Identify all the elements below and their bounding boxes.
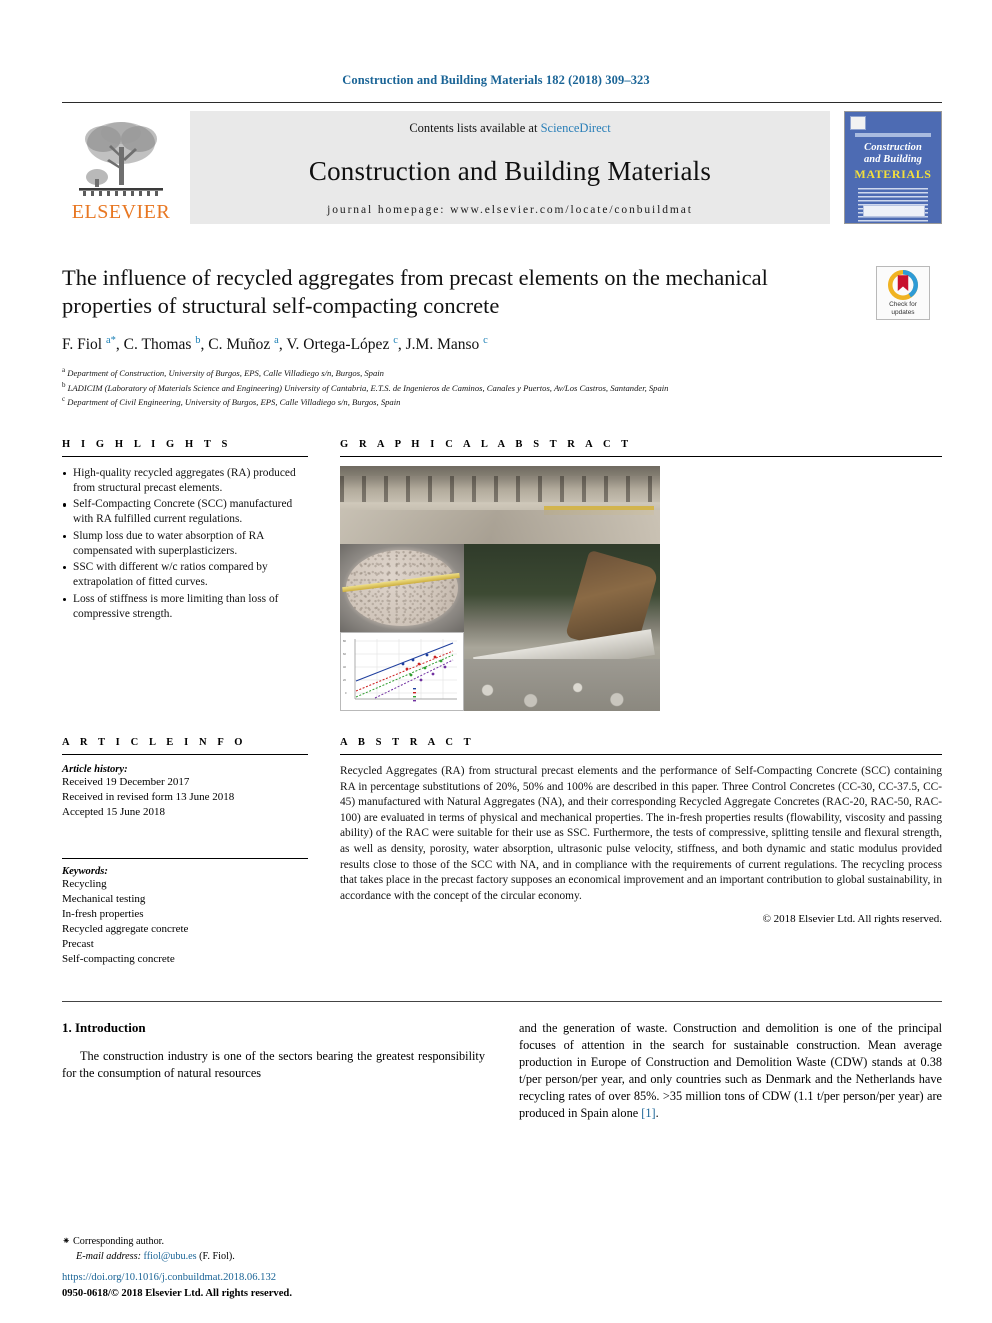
journal-homepage-link[interactable]: journal homepage: www.elsevier.com/locat… xyxy=(327,204,693,216)
highlights-heading: H I G H L I G H T S xyxy=(62,439,232,451)
article-history-label: Article history: xyxy=(62,764,128,776)
article-history-accepted: Accepted 15 June 2018 xyxy=(62,806,165,818)
list-item: Loss of stiffness is more limiting than … xyxy=(62,592,308,622)
affiliation-a: a Department of Construction, University… xyxy=(62,365,930,380)
journal-masthead: ELSEVIER Contents lists available at Sci… xyxy=(62,102,942,224)
footnote-block: ⁕ Corresponding author. E-mail address: … xyxy=(62,1235,492,1265)
body-columns: 1. Introduction The construction industr… xyxy=(62,1020,942,1122)
list-item: Slump loss due to water absorption of RA… xyxy=(62,529,308,559)
citation-reference-1[interactable]: [1] xyxy=(641,1106,655,1120)
intro-paragraph-left: The construction industry is one of the … xyxy=(62,1048,485,1080)
affiliation-c-text: Department of Civil Engineering, Univers… xyxy=(67,397,401,408)
keywords-label: Keywords: xyxy=(62,865,108,877)
highlights-graphical-row: H I G H L I G H T S High-quality recycle… xyxy=(62,439,942,712)
email-note: E-mail address: ffiol@ubu.es (F. Fiol). xyxy=(62,1250,492,1265)
elsevier-tree-icon xyxy=(79,122,163,196)
article-info-column: A R T I C L E I N F O Article history: R… xyxy=(62,737,308,967)
elsevier-wordmark: ELSEVIER xyxy=(71,201,171,223)
email-label: E-mail address: xyxy=(76,1251,141,1263)
section-heading-introduction: 1. Introduction xyxy=(62,1019,146,1035)
abstract-text: Recycled Aggregates (RA) from structural… xyxy=(340,765,942,902)
photo-demolition-pulverizer xyxy=(464,544,660,712)
keyword-item: Recycling xyxy=(62,877,107,890)
cover-title-line-3: MATERIALS xyxy=(854,166,932,181)
graphical-abstract-heading: G R A P H I C A L A B S T R A C T xyxy=(340,439,633,451)
affiliation-c: c Department of Civil Engineering, Unive… xyxy=(62,394,930,409)
abstract-column: A B S T R A C T Recycled Aggregates (RA)… xyxy=(340,737,942,967)
highlights-column: H I G H L I G H T S High-quality recycle… xyxy=(62,439,308,711)
factory-crane-rail xyxy=(544,506,654,516)
keyword-item: In-fresh properties xyxy=(62,907,144,920)
cover-footer-mark xyxy=(863,205,925,217)
abstract-copyright: © 2018 Elsevier Ltd. All rights reserved… xyxy=(762,913,942,926)
elsevier-logo: ELSEVIER xyxy=(62,111,180,224)
cover-rule xyxy=(855,133,931,137)
sciencedirect-link[interactable]: ScienceDirect xyxy=(541,121,611,135)
corresponding-author-label: Corresponding author. xyxy=(72,1236,165,1248)
body-column-right: and the generation of waste. Constructio… xyxy=(519,1020,942,1122)
list-item: Self-Compacting Concrete (SCC) manufactu… xyxy=(62,497,308,527)
email-owner: (F. Fiol). xyxy=(199,1251,235,1263)
keyword-item: Self-compacting concrete xyxy=(62,952,175,965)
article-history-revised: Received in revised form 13 June 2018 xyxy=(62,791,235,804)
issn-copyright-line: 0950-0618/© 2018 Elsevier Ltd. All right… xyxy=(62,1287,292,1299)
cover-publisher-mark xyxy=(850,116,866,130)
photo-precast-factory-interior xyxy=(340,466,660,545)
affiliation-b-text: LADICIM (Laboratory of Materials Science… xyxy=(67,382,669,393)
journal-title: Construction and Building Materials xyxy=(308,155,712,186)
title-block: The influence of recycled aggregates fro… xyxy=(62,264,930,409)
body-top-divider xyxy=(62,1000,942,1002)
intro-paragraph-right-text: and the generation of waste. Constructio… xyxy=(519,1020,942,1120)
article-info-divider xyxy=(62,754,308,756)
page-title: The influence of recycled aggregates fro… xyxy=(62,265,768,319)
list-item: SSC with different w/c ratios compared b… xyxy=(62,560,308,590)
abstract-heading: A B S T R A C T xyxy=(340,737,475,749)
cover-title-line-2: and Building xyxy=(863,153,923,165)
crossmark-label: Check for updates xyxy=(889,301,917,316)
graphical-abstract-image: 80 60 40 20 0 xyxy=(340,466,660,712)
keywords-divider xyxy=(62,857,308,859)
article-history-received: Received 19 December 2017 xyxy=(62,776,190,789)
keyword-item: Recycled aggregate concrete xyxy=(62,922,189,935)
highlights-divider xyxy=(62,456,308,458)
email-link[interactable]: ffiol@ubu.es xyxy=(144,1251,197,1262)
article-info-heading: A R T I C L E I N F O xyxy=(62,737,247,749)
inset-scatter-plot: 8060 40200 xyxy=(341,633,463,711)
keyword-item: Mechanical testing xyxy=(62,892,146,905)
concrete-rubble xyxy=(464,659,660,712)
keyword-item: Precast xyxy=(62,937,94,950)
affiliation-a-text: Department of Construction, University o… xyxy=(67,367,384,378)
abstract-divider xyxy=(340,754,942,756)
cover-title-line-1: Construction xyxy=(864,142,922,153)
photo-slump-flow-test xyxy=(340,544,464,633)
articleinfo-abstract-row: A R T I C L E I N F O Article history: R… xyxy=(62,737,942,967)
journal-band: Contents lists available at ScienceDirec… xyxy=(190,111,830,224)
list-item: High-quality recycled aggregates (RA) pr… xyxy=(62,466,308,496)
contents-prefix: Contents lists available at xyxy=(409,121,541,135)
corresponding-author-note: ⁕ Corresponding author. xyxy=(62,1235,492,1250)
body-column-left: 1. Introduction The construction industr… xyxy=(62,1020,485,1122)
crossmark-badge-button[interactable]: Check for updates xyxy=(876,266,930,320)
highlights-list: High-quality recycled aggregates (RA) pr… xyxy=(62,466,308,621)
affiliation-b: b LADICIM (Laboratory of Materials Scien… xyxy=(62,380,930,395)
intro-paragraph-right: and the generation of waste. Constructio… xyxy=(519,1020,942,1122)
affiliation-marker-a: a xyxy=(62,365,66,374)
doi-link[interactable]: https://doi.org/10.1016/j.conbuildmat.20… xyxy=(62,1270,562,1285)
graphical-abstract-divider xyxy=(340,456,942,458)
affiliation-list: a Department of Construction, University… xyxy=(62,365,930,409)
graphical-abstract-column: G R A P H I C A L A B S T R A C T 80 60 … xyxy=(340,439,942,712)
journal-cover-thumbnail[interactable]: Construction and Building MATERIALS xyxy=(844,111,942,224)
crossmark-icon xyxy=(888,270,918,301)
page-footer: https://doi.org/10.1016/j.conbuildmat.20… xyxy=(62,1270,562,1301)
contents-available-line: Contents lists available at ScienceDirec… xyxy=(409,121,610,136)
author-list: F. Fiol a*, C. Thomas b, C. Muñoz a, V. … xyxy=(62,334,488,353)
article-first-page: Construction and Building Materials 182 … xyxy=(0,0,992,1323)
intro-paragraph-right-tail: . xyxy=(655,1105,659,1120)
affiliation-marker-b: b xyxy=(62,380,66,389)
affiliation-marker-c: c xyxy=(62,395,66,404)
corresponding-author-marker: ⁕ xyxy=(62,1236,71,1248)
inset-chart: 80 60 40 20 0 xyxy=(340,632,464,712)
running-head: Construction and Building Materials 182 … xyxy=(342,73,650,87)
